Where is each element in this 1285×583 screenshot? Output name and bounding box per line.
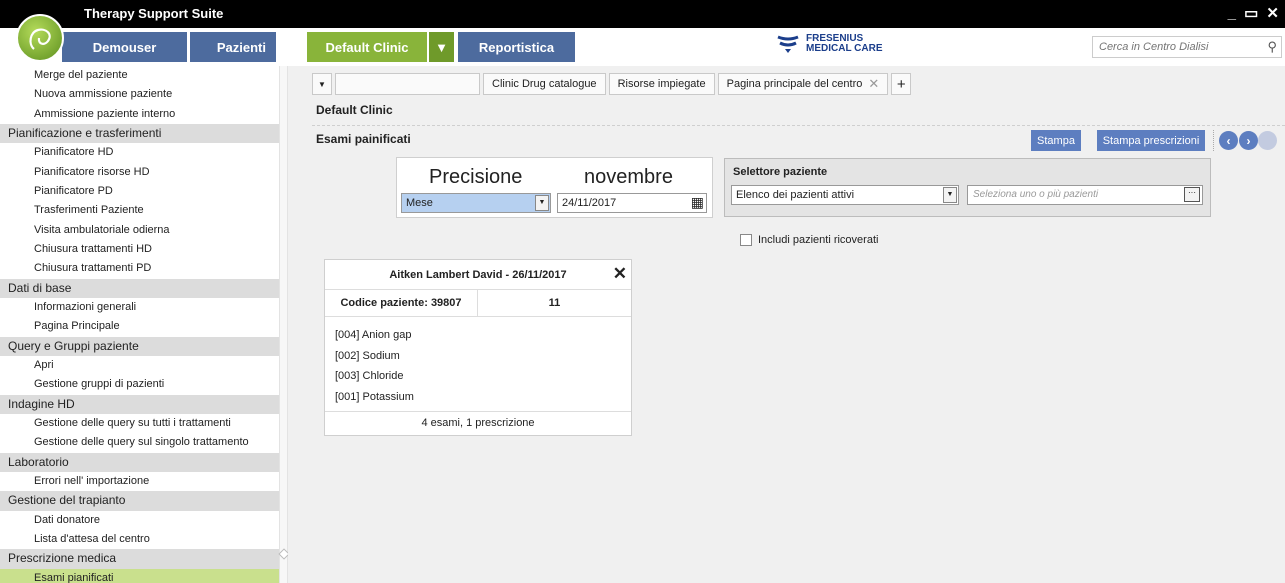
fresenius-icon xyxy=(777,35,799,53)
card-title: Aitken Lambert David - 26/11/2017 xyxy=(389,268,567,281)
close-icon[interactable]: ✕ xyxy=(613,264,627,284)
search-input[interactable] xyxy=(1093,37,1258,57)
clinic-menu-button[interactable]: Default Clinic xyxy=(307,32,427,62)
sidebar-item[interactable]: Ammissione paziente interno xyxy=(0,105,279,124)
sidebar-item[interactable]: Informazioni generali xyxy=(0,298,279,317)
patient-code: Codice paziente: 39807 xyxy=(325,290,478,316)
list-item: [001] Potassium xyxy=(335,390,414,403)
sidebar-item[interactable]: Pianificatore PD xyxy=(0,182,279,201)
tab-blank[interactable] xyxy=(335,73,480,95)
tab-pagina-principale[interactable]: Pagina principale del centro ✕ xyxy=(717,73,889,95)
list-item: [003] Chloride xyxy=(335,370,404,382)
next-arrow-icon[interactable]: › xyxy=(1239,131,1258,150)
date-input[interactable]: 24/11/2017 ▦ xyxy=(557,193,707,213)
sidebar-item[interactable]: Gestione delle query su tutti i trattame… xyxy=(0,414,279,433)
sidebar: Merge del paziente Nuova ammissione pazie… xyxy=(0,66,279,583)
ellipsis-icon[interactable]: ··· xyxy=(1184,187,1200,202)
patient-list-select[interactable]: Elenco dei pazienti attivi ▼ xyxy=(731,185,959,205)
menu-bar: Demouser Pazienti Default Clinic ▼ Repor… xyxy=(0,28,1285,66)
precision-select[interactable]: Mese ▼ xyxy=(401,193,551,213)
clinic-dropdown-icon[interactable]: ▼ xyxy=(429,32,454,62)
window-controls[interactable]: _ ▭ ✕ xyxy=(1228,4,1281,22)
sidebar-item[interactable]: Visita ambulatoriale odierna xyxy=(0,221,279,240)
sidebar-item[interactable]: Gestione delle query sul singolo trattam… xyxy=(0,433,279,452)
previous-arrow-icon[interactable]: ‹ xyxy=(1219,131,1238,150)
list-item: [002] Sodium xyxy=(335,349,400,362)
sidebar-item[interactable]: Esami pianificati xyxy=(0,568,279,583)
close-tab-icon[interactable]: ✕ xyxy=(868,76,879,92)
sidebar-item[interactable]: Merge del paziente xyxy=(0,66,279,85)
sidebar-section-header[interactable]: Prescrizione medica xyxy=(0,549,279,569)
reports-menu-button[interactable]: Reportistica xyxy=(458,32,575,62)
app-logo[interactable] xyxy=(16,14,64,62)
fresenius-logo: FRESENIUS MEDICAL CARE xyxy=(776,34,882,54)
app-title: Therapy Support Suite xyxy=(84,6,224,21)
card-info-row: Codice paziente: 39807 11 xyxy=(325,290,631,317)
patient-count: 11 xyxy=(548,297,561,309)
user-menu-button[interactable]: Demouser xyxy=(62,32,187,62)
title-bar: Therapy Support Suite _ ▭ ✕ xyxy=(0,0,1285,28)
section-title: Esami painificati xyxy=(316,132,411,146)
print-button[interactable]: Stampa xyxy=(1031,130,1081,151)
calendar-icon[interactable]: ▦ xyxy=(691,195,704,210)
sidebar-item[interactable]: Nuova ammissione paziente xyxy=(0,85,279,104)
tab-risorse-impiegate[interactable]: Risorse impiegate xyxy=(608,73,715,95)
precision-label: Precisione xyxy=(429,166,523,188)
tab-clinic-drug-catalogue[interactable]: Clinic Drug catalogue xyxy=(483,73,606,95)
sidebar-item[interactable]: Pianificatore HD xyxy=(0,143,279,162)
sidebar-section-header[interactable]: Query e Gruppi paziente xyxy=(0,336,279,356)
sidebar-item[interactable]: Pianificatore risorse HD xyxy=(0,163,279,182)
sidebar-item[interactable]: Pagina Principale xyxy=(0,317,279,336)
sidebar-splitter[interactable] xyxy=(278,66,290,583)
patient-exam-card: Aitken Lambert David - 26/11/2017 ✕ Codi… xyxy=(324,259,632,436)
sidebar-item[interactable]: Dati donatore xyxy=(0,511,279,530)
precision-panel: Precisione novembre Mese ▼ 24/11/2017 ▦ xyxy=(396,157,713,218)
print-prescriptions-button[interactable]: Stampa prescrizioni xyxy=(1097,130,1205,151)
dropdown-icon[interactable]: ▼ xyxy=(943,187,957,203)
sidebar-section-header[interactable]: Pianificazione e trasferimenti xyxy=(0,123,279,144)
sidebar-item[interactable]: Lista d'attesa del centro xyxy=(0,530,279,549)
toolbar-separator xyxy=(1213,130,1214,151)
sidebar-section-header[interactable]: Dati di base xyxy=(0,278,279,298)
sidebar-section-header[interactable]: Indagine HD xyxy=(0,394,279,414)
card-header: Aitken Lambert David - 26/11/2017 ✕ xyxy=(325,260,631,290)
list-item: [004] Anion gap xyxy=(335,329,412,341)
add-tab-icon[interactable]: + xyxy=(891,73,912,95)
sidebar-section-header[interactable]: Gestione del trapianto xyxy=(0,491,279,511)
tab-list-dropdown-icon[interactable]: ▼ xyxy=(312,73,332,95)
sidebar-item[interactable]: Trasferimenti Paziente xyxy=(0,201,279,220)
search-box: ⚲ xyxy=(1092,36,1282,58)
tab-bar: ▼ Clinic Drug catalogue Risorse impiegat… xyxy=(312,73,914,95)
search-icon[interactable]: ⚲ xyxy=(1267,39,1277,55)
more-icon[interactable] xyxy=(1258,131,1277,150)
sidebar-item[interactable]: Gestione gruppi di pazienti xyxy=(0,375,279,394)
sidebar-item[interactable]: Errori nell' importazione xyxy=(0,472,279,491)
sidebar-section-header[interactable]: Laboratorio xyxy=(0,452,279,472)
main-panel: ▼ Clinic Drug catalogue Risorse impiegat… xyxy=(288,66,1285,583)
patient-selector-label: Selettore paziente xyxy=(733,166,828,178)
sidebar-item[interactable]: Apri xyxy=(0,356,279,375)
card-footer: 4 esami, 1 prescrizione xyxy=(421,417,535,429)
include-hospitalized-checkbox[interactable]: Includi pazienti ricoverati xyxy=(740,234,878,246)
sidebar-item[interactable]: Chiusura trattamenti PD xyxy=(0,259,279,278)
sidebar-item[interactable]: Chiusura trattamenti HD xyxy=(0,240,279,259)
checkbox-icon[interactable] xyxy=(740,234,752,246)
page-title: Default Clinic xyxy=(316,103,393,117)
patient-selector-panel: Selettore paziente Elenco dei pazienti a… xyxy=(724,158,1211,217)
patient-picker-input[interactable]: Seleziona uno o più pazienti ··· xyxy=(967,185,1203,205)
divider xyxy=(312,125,1285,126)
exam-list: [004] Anion gap [002] Sodium [003] Chlor… xyxy=(325,317,631,412)
month-label: novembre xyxy=(584,166,673,188)
patients-menu-button[interactable]: Pazienti xyxy=(190,32,276,62)
brand-text: FRESENIUS MEDICAL CARE xyxy=(806,33,883,54)
dropdown-icon[interactable]: ▼ xyxy=(535,195,549,211)
